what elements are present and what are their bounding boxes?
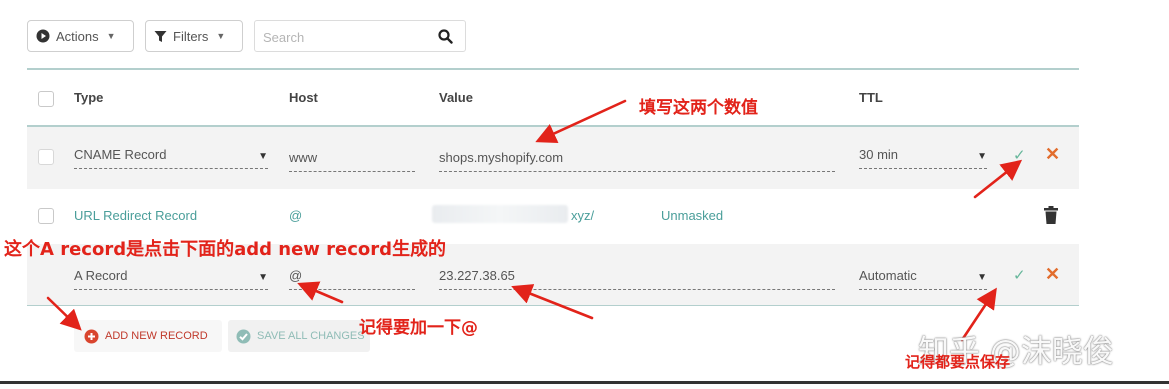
value-text: 23.227.38.65 [439, 268, 515, 283]
filters-dropdown[interactable]: Filters ▼ [145, 20, 243, 52]
cancel-row-x-icon[interactable]: ✕ [1045, 264, 1060, 285]
actions-dropdown[interactable]: Actions ▼ [27, 20, 134, 52]
column-header-ttl: TTL [859, 90, 883, 105]
value-text: shops.myshopify.com [439, 150, 564, 165]
add-new-record-button[interactable]: ADD NEW RECORD [74, 320, 222, 352]
value-field[interactable]: 23.227.38.65 [439, 268, 835, 290]
ttl-select[interactable]: 30 min ▼ [859, 147, 987, 169]
record-type-select[interactable]: A Record ▼ [74, 268, 268, 290]
save-row-check-icon[interactable]: ✓ [1013, 146, 1026, 164]
chevron-down-icon: ▼ [106, 31, 116, 41]
chevron-down-icon: ▼ [258, 151, 268, 162]
chevron-down-icon: ▼ [216, 31, 226, 41]
play-circle-icon [36, 29, 50, 43]
host-value: @ [289, 268, 303, 283]
column-header-value: Value [439, 90, 473, 105]
table-top-border [27, 68, 1079, 70]
annotation-remember-save: 记得都要点保存 [905, 353, 1011, 371]
trash-icon[interactable] [1044, 206, 1058, 224]
annotation-remember-at: 记得要加一下@ [359, 318, 478, 338]
annotation-fill-values: 填写这两个数值 [639, 98, 758, 118]
add-new-record-label: ADD NEW RECORD [105, 330, 208, 342]
column-header-host: Host [289, 90, 318, 105]
host-value: www [289, 150, 318, 165]
search-box [254, 20, 466, 52]
check-circle-icon [236, 329, 251, 343]
record-type-select[interactable]: CNAME Record ▼ [74, 147, 268, 169]
bottom-border [0, 381, 1169, 384]
host-field[interactable]: @ [289, 268, 415, 290]
ttl-value: 30 min [859, 147, 899, 162]
filters-label: Filters [173, 28, 209, 44]
record-type-link[interactable]: URL Redirect Record [74, 208, 197, 223]
record-type-value: CNAME Record [74, 147, 167, 162]
save-all-changes-label: SAVE ALL CHANGES [257, 330, 365, 342]
value-text: xyz/ [571, 208, 595, 223]
ttl-select[interactable]: Automatic ▼ [859, 268, 987, 290]
plus-circle-icon [84, 329, 99, 343]
save-all-changes-button[interactable]: SAVE ALL CHANGES [228, 320, 370, 352]
actions-label: Actions [56, 28, 99, 44]
search-icon[interactable] [438, 29, 453, 44]
row-checkbox[interactable] [38, 149, 54, 165]
filter-icon [154, 30, 167, 42]
annotation-a-record-note: 这个A record是点击下面的add new record生成的 [4, 239, 447, 260]
cancel-row-x-icon[interactable]: ✕ [1045, 144, 1060, 165]
record-type-value: A Record [74, 268, 128, 283]
toolbar: Actions ▼ Filters ▼ [27, 20, 467, 52]
host-value: @ [289, 208, 303, 223]
column-header-type: Type [74, 90, 104, 105]
host-field[interactable]: www [289, 150, 415, 172]
chevron-down-icon: ▼ [977, 272, 987, 283]
save-row-check-icon[interactable]: ✓ [1013, 266, 1026, 284]
chevron-down-icon: ▼ [258, 272, 268, 283]
redacted-value [432, 205, 568, 223]
redirect-mode: Unmasked [661, 208, 724, 223]
value-field[interactable]: shops.myshopify.com [439, 150, 835, 172]
chevron-down-icon: ▼ [977, 151, 987, 162]
search-input[interactable] [263, 27, 433, 47]
select-all-checkbox[interactable] [38, 91, 54, 107]
row-checkbox[interactable] [38, 208, 54, 224]
ttl-value: Automatic [859, 268, 917, 283]
